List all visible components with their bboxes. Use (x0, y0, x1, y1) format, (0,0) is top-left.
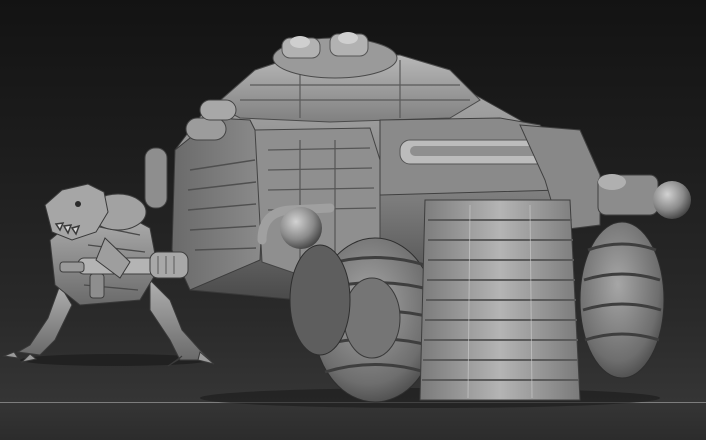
armored-tank (144, 32, 691, 408)
sphere-cap (598, 174, 626, 190)
top-hatch (272, 32, 398, 79)
right-tire (579, 221, 665, 379)
sphere-right (653, 181, 691, 219)
creature-right-leg (149, 278, 212, 361)
sphere-left (280, 207, 322, 249)
creature-left-leg (16, 283, 73, 356)
sculpt-viewport (0, 0, 706, 440)
creature-eye (75, 201, 81, 207)
render-canvas (2, 32, 691, 408)
inner-wheel (289, 244, 351, 356)
center-track (419, 199, 581, 401)
